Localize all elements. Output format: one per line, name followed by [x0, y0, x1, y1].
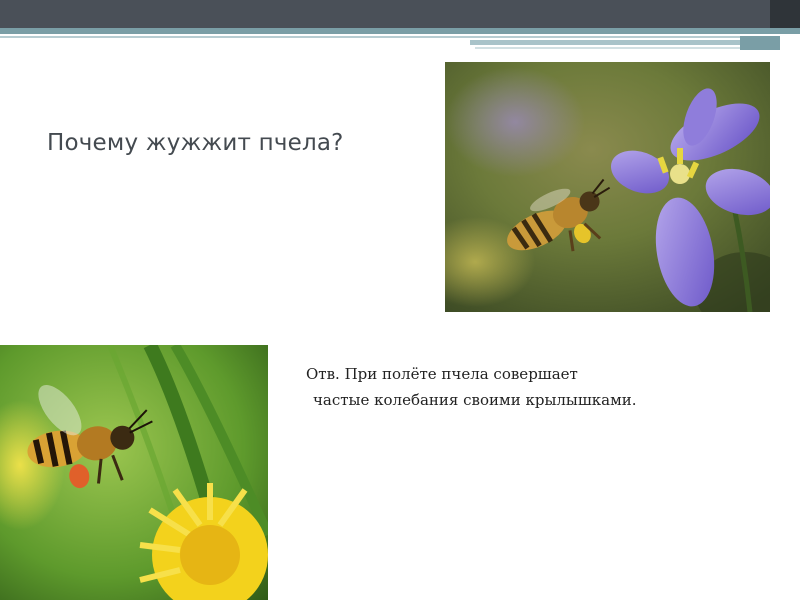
- bee-approaching-purple-flower-icon: [445, 62, 770, 312]
- accent-line: [0, 36, 775, 38]
- accent-line: [475, 47, 745, 49]
- answer-line: частые колебания своими крылышками.: [313, 391, 637, 409]
- bee-over-dandelion-icon: [0, 345, 268, 600]
- accent-block: [740, 36, 780, 50]
- accent-line: [470, 40, 770, 45]
- bee-dandelion-photo: [0, 345, 268, 600]
- answer-text: Отв. При полёте пчела совершает частые к…: [306, 361, 746, 413]
- slide-title: Почему жужжит пчела?: [47, 130, 344, 156]
- answer-line: Отв. При полёте пчела совершает: [306, 365, 578, 383]
- header-bar: [0, 0, 800, 28]
- header-bar-end: [770, 0, 800, 28]
- accent-band: [0, 28, 800, 34]
- bee-flower-photo: [445, 62, 770, 312]
